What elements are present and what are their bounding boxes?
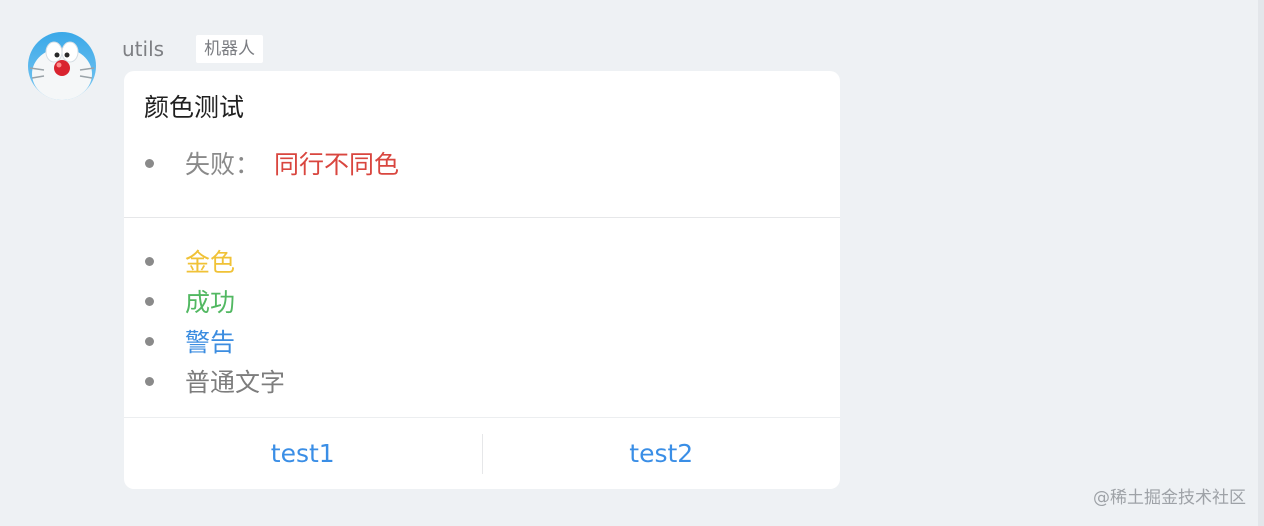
message-sender: utils 机器人 [122,35,264,63]
doraemon-avatar-icon[interactable] [26,30,98,102]
list-item: 普通文字 [144,361,285,401]
list-item-plain: 普通文字 [185,368,286,397]
test2-button[interactable]: test2 [483,418,841,489]
card-actions: test1 test2 [124,418,840,489]
bullet-icon [145,296,154,306]
list-item-success: 成功 [185,288,236,317]
list-item: 警告 [144,321,235,361]
sender-name: utils [122,37,165,61]
bullet-icon [145,376,154,386]
card-divider [124,217,840,218]
list-item-status: 失败： 同行不同色 [144,143,399,183]
test1-button[interactable]: test1 [124,418,482,489]
status-value: 同行不同色 [274,150,400,179]
card-title: 颜色测试 [144,93,245,122]
list-item-gold: 金色 [185,248,236,277]
list-item: 成功 [144,281,235,321]
bullet-icon [145,158,154,168]
watermark: @稀土掘金技术社区 [1093,488,1246,508]
list-item-warning: 警告 [185,328,236,357]
scrollbar-track[interactable] [1258,0,1264,526]
bot-badge: 机器人 [196,35,264,63]
bullet-icon [145,256,154,266]
message-card: 颜色测试 失败： 同行不同色 金色 成功 警告 普通文字 test1 test2 [124,71,840,489]
bullet-icon [145,336,154,346]
status-label: 失败： [185,150,261,179]
list-item: 金色 [144,241,235,281]
